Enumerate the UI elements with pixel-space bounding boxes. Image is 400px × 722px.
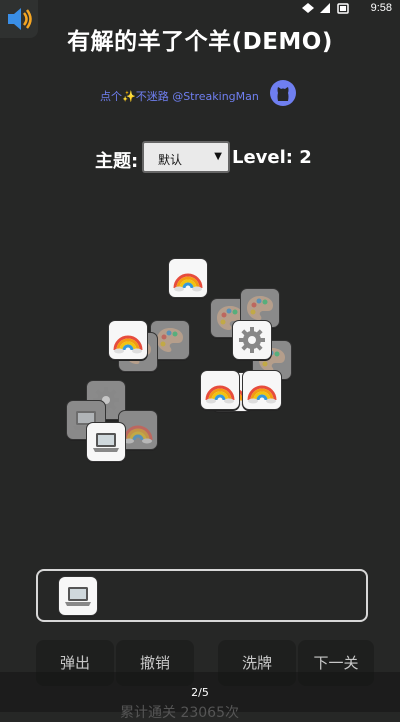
- system-status-icons: [302, 3, 349, 14]
- theme-select-value: 默认: [158, 153, 183, 167]
- page-title: 有解的羊了个羊(DEMO): [67, 29, 333, 55]
- slot-tile[interactable]: [58, 576, 98, 616]
- status-bar: 9:58: [0, 0, 400, 18]
- board-tile[interactable]: [232, 320, 272, 360]
- board-tile[interactable]: [168, 258, 208, 298]
- theme-select[interactable]: 默认 ▼: [142, 141, 230, 173]
- board-tile[interactable]: [242, 370, 282, 410]
- theme-label: 主题:: [95, 151, 139, 172]
- board-tile[interactable]: [200, 370, 240, 410]
- board-tile[interactable]: [86, 422, 126, 462]
- promo-link[interactable]: 点个✨不迷路 @StreakingMan: [100, 88, 259, 104]
- controls-row: 主题: 默认 ▼ Level: 2: [0, 141, 400, 175]
- level-indicator: Level: 2: [232, 147, 312, 168]
- page-indicator: 2/5: [191, 686, 209, 699]
- clear-counter: 累计通关 23065次: [120, 705, 239, 721]
- board-tile[interactable]: [108, 320, 148, 360]
- game-board: [0, 200, 400, 500]
- tile-slot-bar: [36, 569, 368, 622]
- status-time: 9:58: [370, 2, 392, 14]
- dropdown-arrow-icon: ▼: [214, 151, 222, 162]
- github-icon[interactable]: [269, 79, 297, 107]
